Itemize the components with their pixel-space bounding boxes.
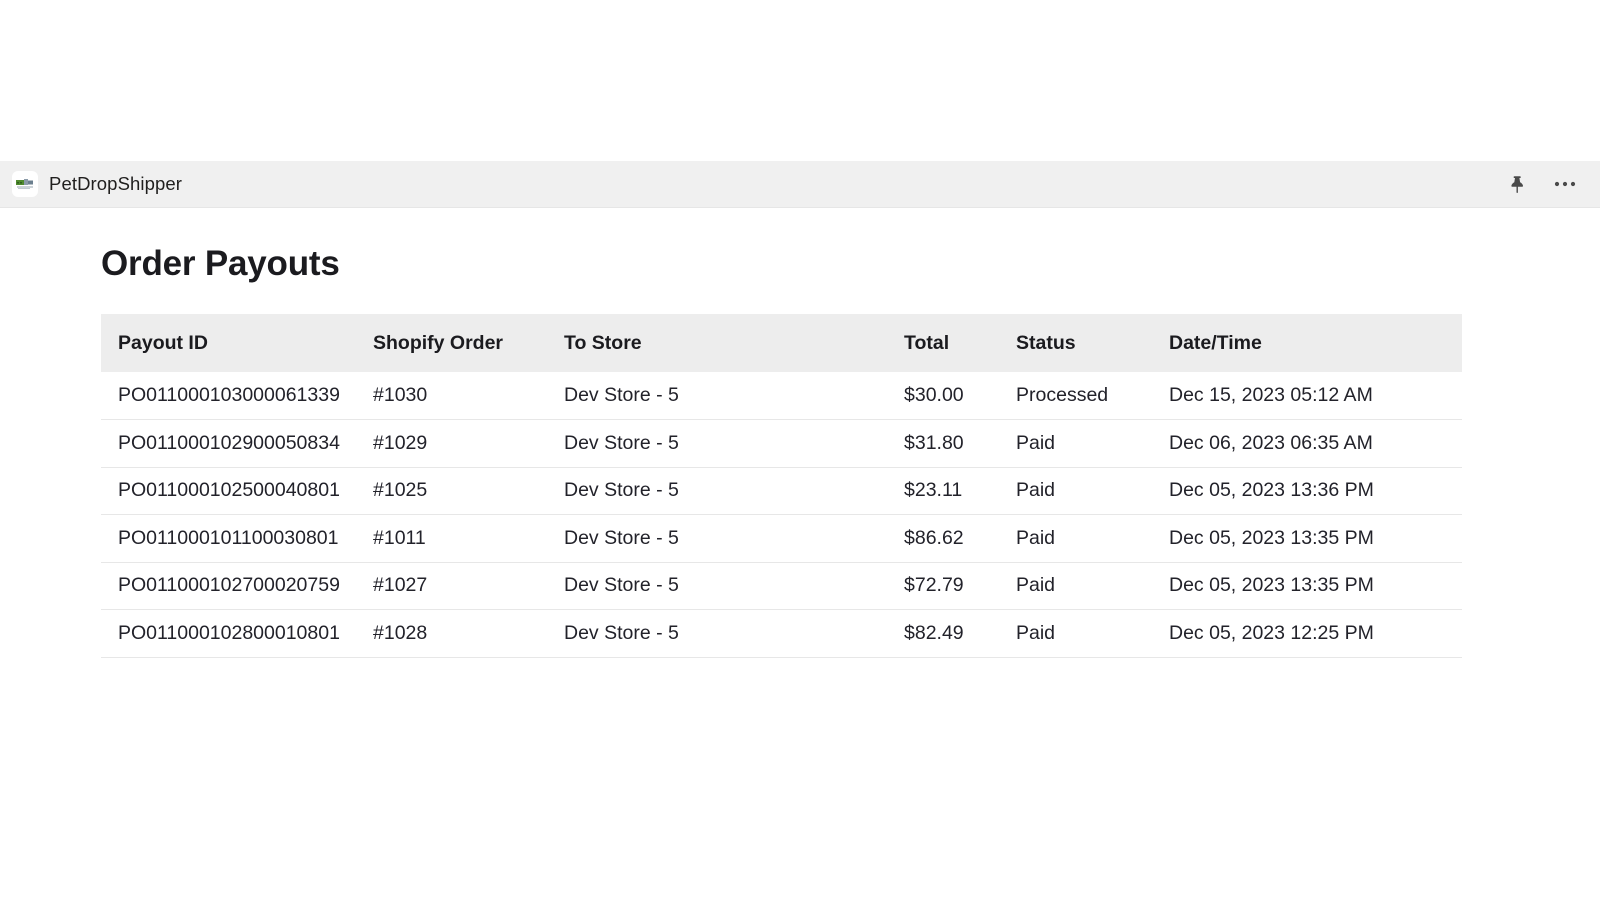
cell-shopify-order: #1027: [373, 562, 564, 610]
page-content: Order Payouts Payout ID Shopify Order To S…: [0, 208, 1600, 658]
status-badge: Paid: [1016, 514, 1169, 563]
cell-datetime: Dec 06, 2023 06:35 AM: [1169, 419, 1462, 468]
status-badge: Paid: [1016, 419, 1169, 468]
status-badge: Processed: [1016, 372, 1169, 420]
table-body: PO011000103000061339 #1030 Dev Store - 5 $3…: [101, 372, 1462, 658]
order-payouts-table: Payout ID Shopify Order To Store Total Statu…: [101, 314, 1462, 658]
cell-total: $82.49: [904, 609, 1016, 658]
petdropshipper-logo-icon: [12, 171, 38, 197]
cell-total: $72.79: [904, 562, 1016, 610]
cell-to-store: Dev Store - 5: [564, 419, 904, 468]
column-header-shopify-order[interactable]: Shopify Order: [373, 314, 564, 372]
table-row[interactable]: PO011000102500040801 #1025 Dev Store - 5 $2…: [101, 467, 1462, 515]
cell-to-store: Dev Store - 5: [564, 467, 904, 515]
cell-to-store: Dev Store - 5: [564, 372, 904, 420]
pin-icon[interactable]: [1504, 171, 1530, 197]
app-identity: PetDropShipper: [12, 171, 182, 197]
status-badge: Paid: [1016, 609, 1169, 658]
cell-datetime: Dec 05, 2023 13:36 PM: [1169, 467, 1462, 515]
column-header-status[interactable]: Status: [1016, 314, 1169, 372]
cell-total: $31.80: [904, 419, 1016, 468]
cell-payout-id: PO011000102700020759: [101, 562, 373, 610]
cell-datetime: Dec 05, 2023 12:25 PM: [1169, 609, 1462, 658]
cell-payout-id: PO011000103000061339: [101, 372, 373, 420]
app-title: PetDropShipper: [49, 173, 183, 194]
cell-datetime: Dec 05, 2023 13:35 PM: [1169, 562, 1462, 610]
app-header-bar: PetDropShipper: [0, 161, 1600, 208]
cell-datetime: Dec 15, 2023 05:12 AM: [1169, 372, 1462, 420]
cell-datetime: Dec 05, 2023 13:35 PM: [1169, 514, 1462, 563]
table-header: Payout ID Shopify Order To Store Total Statu…: [101, 314, 1462, 372]
table-row[interactable]: PO011000103000061339 #1030 Dev Store - 5 $3…: [101, 372, 1462, 420]
more-options-icon[interactable]: [1552, 171, 1578, 197]
table-row[interactable]: PO011000102800010801 #1028 Dev Store - 5 $8…: [101, 609, 1462, 658]
status-badge: Paid: [1016, 562, 1169, 610]
cell-total: $30.00: [904, 372, 1016, 420]
table-header-row: Payout ID Shopify Order To Store Total Statu…: [101, 314, 1462, 372]
table-row[interactable]: PO011000102900050834 #1029 Dev Store - 5 $3…: [101, 419, 1462, 468]
cell-payout-id: PO011000102800010801: [101, 609, 373, 658]
status-badge: Paid: [1016, 467, 1169, 515]
app-bar-actions: [1504, 171, 1578, 197]
cell-payout-id: PO011000102900050834: [101, 419, 373, 468]
cell-total: $23.11: [904, 467, 1016, 515]
cell-shopify-order: #1028: [373, 609, 564, 658]
column-header-total[interactable]: Total: [904, 314, 1016, 372]
cell-payout-id: PO011000101100030801: [101, 514, 373, 563]
cell-shopify-order: #1025: [373, 467, 564, 515]
column-header-payout-id[interactable]: Payout ID: [101, 314, 373, 372]
column-header-to-store[interactable]: To Store: [564, 314, 904, 372]
page-title: Order Payouts: [101, 244, 340, 283]
cell-shopify-order: #1030: [373, 372, 564, 420]
cell-payout-id: PO011000102500040801: [101, 467, 373, 515]
cell-to-store: Dev Store - 5: [564, 562, 904, 610]
cell-total: $86.62: [904, 514, 1016, 563]
cell-to-store: Dev Store - 5: [564, 514, 904, 563]
table-row[interactable]: PO011000102700020759 #1027 Dev Store - 5 $7…: [101, 562, 1462, 610]
payouts-table-wrapper: Payout ID Shopify Order To Store Total Statu…: [101, 314, 1462, 658]
cell-shopify-order: #1011: [373, 514, 564, 563]
cell-to-store: Dev Store - 5: [564, 609, 904, 658]
table-row[interactable]: PO011000101100030801 #1011 Dev Store - 5 $8…: [101, 514, 1462, 563]
cell-shopify-order: #1029: [373, 419, 564, 468]
top-blank-area: [0, 0, 1600, 161]
column-header-datetime[interactable]: Date/Time: [1169, 314, 1462, 372]
